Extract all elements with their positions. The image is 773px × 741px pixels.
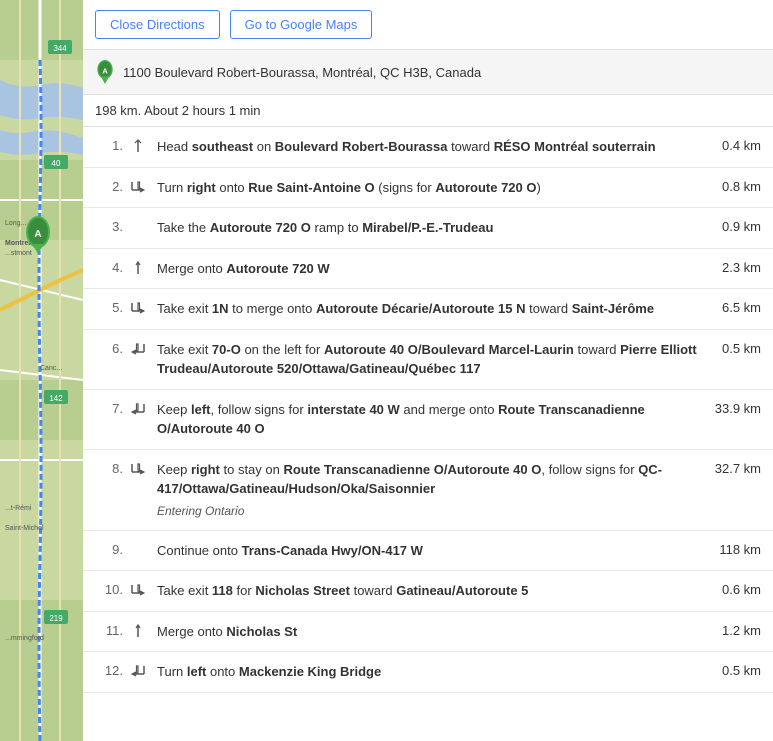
step-text: Keep right to stay on Route Transcanadie… — [157, 460, 698, 520]
step-number: 11. — [95, 622, 123, 638]
step-direction-icon — [131, 137, 149, 153]
step-text: Merge onto Nicholas St — [157, 622, 698, 642]
step-number: 1. — [95, 137, 123, 153]
svg-text:...stmont: ...stmont — [5, 250, 32, 257]
step-distance: 118 km — [706, 541, 761, 557]
step-distance: 0.6 km — [706, 581, 761, 597]
directions-step-11: 11. Merge onto Nicholas St 1.2 km — [83, 612, 773, 653]
step-direction-icon — [131, 662, 149, 678]
directions-step-10: 10. Take exit 118 for Nicholas Street tow… — [83, 571, 773, 612]
step-direction-icon — [131, 460, 149, 476]
directions-panel: Close Directions Go to Google Maps A 110… — [83, 0, 773, 741]
top-buttons-bar: Close Directions Go to Google Maps — [83, 0, 773, 50]
step-number: 9. — [95, 541, 123, 557]
directions-step-12: 12. Turn left onto Mackenzie King Bridge 0… — [83, 652, 773, 693]
svg-text:...t-Rémi: ...t-Rémi — [5, 505, 32, 512]
step-number: 2. — [95, 178, 123, 194]
directions-step-7: 7. Keep left, follow signs for interstate… — [83, 390, 773, 450]
step-number: 3. — [95, 218, 123, 234]
step-direction-icon — [131, 218, 149, 220]
step-text: Take the Autoroute 720 O ramp to Mirabel… — [157, 218, 698, 238]
step-distance: 6.5 km — [706, 299, 761, 315]
step-number: 5. — [95, 299, 123, 315]
step-text: Keep left, follow signs for interstate 4… — [157, 400, 698, 439]
origin-row: A 1100 Boulevard Robert-Bourassa, Montré… — [83, 50, 773, 95]
directions-step-3: 3. Take the Autoroute 720 O ramp to Mirab… — [83, 208, 773, 249]
directions-step-5: 5. Take exit 1N to merge onto Autoroute D… — [83, 289, 773, 330]
step-direction-icon — [131, 340, 149, 356]
step-direction-icon — [131, 622, 149, 638]
step-text: Take exit 1N to merge onto Autoroute Déc… — [157, 299, 698, 319]
step-distance: 2.3 km — [706, 259, 761, 275]
entering-note: Entering Ontario — [157, 502, 698, 520]
directions-step-4: 4. Merge onto Autoroute 720 W 2.3 km — [83, 249, 773, 290]
step-direction-icon — [131, 581, 149, 597]
close-directions-button[interactable]: Close Directions — [95, 10, 220, 39]
svg-text:A: A — [102, 66, 108, 75]
directions-step-9: 9. Continue onto Trans-Canada Hwy/ON-417 … — [83, 531, 773, 572]
step-distance: 0.5 km — [706, 662, 761, 678]
step-number: 8. — [95, 460, 123, 476]
step-distance: 32.7 km — [706, 460, 761, 476]
step-number: 12. — [95, 662, 123, 678]
directions-step-6: 6. Take exit 70-O on the left for Autorou… — [83, 330, 773, 390]
step-number: 10. — [95, 581, 123, 597]
svg-text:40: 40 — [52, 159, 61, 168]
svg-text:Canc...: Canc... — [40, 365, 62, 372]
step-direction-icon — [131, 178, 149, 194]
map-panel: 344 40 142 219 Long... Montrea ...stmont… — [0, 0, 83, 741]
svg-text:142: 142 — [49, 394, 63, 403]
svg-text:A: A — [34, 229, 41, 240]
directions-step-2: 2. Turn right onto Rue Saint-Antoine O (s… — [83, 168, 773, 209]
step-direction-icon — [131, 400, 149, 416]
step-number: 4. — [95, 259, 123, 275]
svg-text:Long...: Long... — [5, 220, 26, 227]
go-to-google-maps-button[interactable]: Go to Google Maps — [230, 10, 373, 39]
step-text: Continue onto Trans-Canada Hwy/ON-417 W — [157, 541, 698, 561]
step-number: 6. — [95, 340, 123, 356]
directions-step-1: 1. Head southeast on Boulevard Robert-Bou… — [83, 127, 773, 168]
svg-text:219: 219 — [49, 614, 63, 623]
svg-text:...mmingford: ...mmingford — [5, 635, 44, 642]
directions-step-8: 8. Keep right to stay on Route Transcanad… — [83, 450, 773, 531]
origin-pin-icon: A — [95, 60, 115, 84]
step-direction-icon — [131, 259, 149, 275]
svg-text:Saint-Michel: Saint-Michel — [5, 525, 44, 532]
step-distance: 0.5 km — [706, 340, 761, 356]
step-direction-icon — [131, 541, 149, 543]
origin-address: 1100 Boulevard Robert-Bourassa, Montréal… — [123, 65, 481, 80]
svg-text:344: 344 — [53, 44, 67, 53]
step-direction-icon — [131, 299, 149, 315]
step-distance: 0.4 km — [706, 137, 761, 153]
route-summary: 198 km. About 2 hours 1 min — [83, 95, 773, 127]
step-text: Take exit 118 for Nicholas Street toward… — [157, 581, 698, 601]
step-text: Merge onto Autoroute 720 W — [157, 259, 698, 279]
step-number: 7. — [95, 400, 123, 416]
step-text: Head southeast on Boulevard Robert-Boura… — [157, 137, 698, 157]
step-distance: 0.9 km — [706, 218, 761, 234]
step-text: Take exit 70-O on the left for Autoroute… — [157, 340, 698, 379]
step-distance: 1.2 km — [706, 622, 761, 638]
step-text: Turn left onto Mackenzie King Bridge — [157, 662, 698, 682]
step-distance: 0.8 km — [706, 178, 761, 194]
step-text: Turn right onto Rue Saint-Antoine O (sig… — [157, 178, 698, 198]
step-distance: 33.9 km — [706, 400, 761, 416]
directions-list: 1. Head southeast on Boulevard Robert-Bou… — [83, 127, 773, 693]
